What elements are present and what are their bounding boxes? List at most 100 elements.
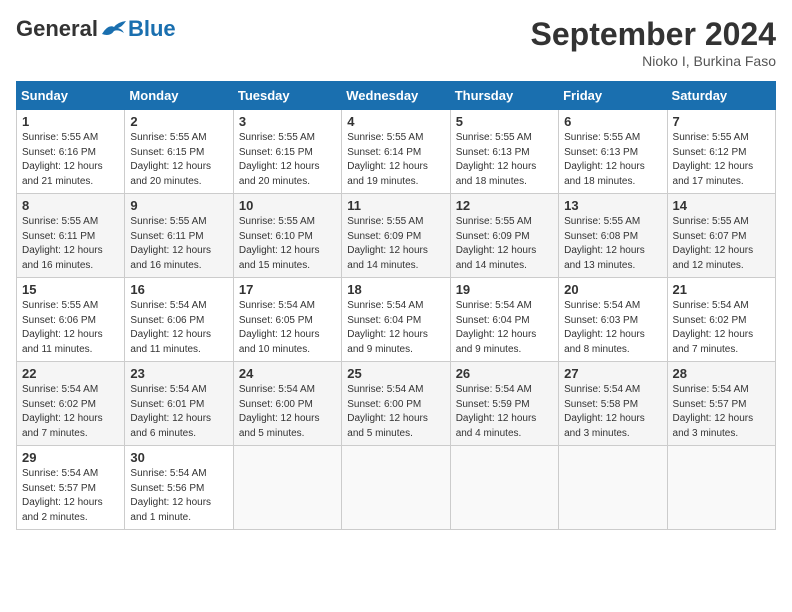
calendar-cell: 22Sunrise: 5:54 AM Sunset: 6:02 PM Dayli… <box>17 362 125 446</box>
col-saturday: Saturday <box>667 82 775 110</box>
day-number: 30 <box>130 450 227 465</box>
day-number: 18 <box>347 282 444 297</box>
day-info: Sunrise: 5:54 AM Sunset: 5:57 PM Dayligh… <box>22 467 119 525</box>
day-info: Sunrise: 5:55 AM Sunset: 6:07 PM Dayligh… <box>673 215 770 273</box>
calendar-cell: 15 Sunrise: 5:55 AM Sunset: 6:06 PM Dayli… <box>17 278 125 362</box>
day-number: 25 <box>347 366 444 381</box>
calendar-cell: 30 Sunrise: 5:54 AM Sunset: 5:56 PM Dayli… <box>125 446 233 530</box>
day-info: Sunrise: 5:55 AM Sunset: 6:12 PM Dayligh… <box>673 131 770 189</box>
day-info: Sunrise: 5:54 AM Sunset: 6:06 PM Dayligh… <box>130 299 227 357</box>
day-number: 1 <box>22 114 119 129</box>
calendar-cell: 9 Sunrise: 5:55 AM Sunset: 6:11 PM Daylig… <box>125 194 233 278</box>
calendar-cell: 29 Sunrise: 5:54 AM Sunset: 5:57 PM Dayli… <box>17 446 125 530</box>
day-info: Sunrise: 5:54 AM Sunset: 6:04 PM Dayligh… <box>347 299 444 357</box>
day-info: Sunrise: 5:55 AM Sunset: 6:15 PM Dayligh… <box>130 131 227 189</box>
day-number: 29 <box>22 450 119 465</box>
day-info: Sunrise: 5:55 AM Sunset: 6:11 PM Dayligh… <box>130 215 227 273</box>
day-number: 24 <box>239 366 336 381</box>
calendar-cell: 14 Sunrise: 5:55 AM Sunset: 6:07 PM Dayli… <box>667 194 775 278</box>
calendar-cell: 25 Sunrise: 5:54 AM Sunset: 6:00 PM Dayli… <box>342 362 450 446</box>
day-info: Sunrise: 5:54 AM Sunset: 6:03 PM Dayligh… <box>564 299 661 357</box>
logo-blue: Blue <box>128 16 176 42</box>
day-number: 20 <box>564 282 661 297</box>
day-number: 27 <box>564 366 661 381</box>
day-info: Sunrise: 5:55 AM Sunset: 6:15 PM Dayligh… <box>239 131 336 189</box>
day-number: 22 <box>22 366 119 381</box>
day-info: Sunrise: 5:55 AM Sunset: 6:16 PM Dayligh… <box>22 131 119 189</box>
day-info: Sunrise: 5:54 AM Sunset: 6:02 PM Dayligh… <box>673 299 770 357</box>
calendar-week-row: 29 Sunrise: 5:54 AM Sunset: 5:57 PM Dayli… <box>17 446 776 530</box>
day-info: Sunrise: 5:55 AM Sunset: 6:08 PM Dayligh… <box>564 215 661 273</box>
calendar-cell <box>342 446 450 530</box>
day-info: Sunrise: 5:55 AM Sunset: 6:09 PM Dayligh… <box>456 215 553 273</box>
logo-general: General <box>16 16 98 42</box>
calendar-cell <box>450 446 558 530</box>
calendar-cell: 19Sunrise: 5:54 AM Sunset: 6:04 PM Dayli… <box>450 278 558 362</box>
day-number: 14 <box>673 198 770 213</box>
col-wednesday: Wednesday <box>342 82 450 110</box>
day-number: 9 <box>130 198 227 213</box>
day-number: 15 <box>22 282 119 297</box>
calendar-cell <box>559 446 667 530</box>
calendar-cell: 24 Sunrise: 5:54 AM Sunset: 6:00 PM Dayli… <box>233 362 341 446</box>
logo-bird-icon <box>100 19 128 39</box>
calendar-cell: 17 Sunrise: 5:54 AM Sunset: 6:05 PM Dayli… <box>233 278 341 362</box>
day-number: 10 <box>239 198 336 213</box>
month-title: September 2024 <box>531 16 776 53</box>
calendar-cell: 26 Sunrise: 5:54 AM Sunset: 5:59 PM Dayli… <box>450 362 558 446</box>
calendar-cell: 16 Sunrise: 5:54 AM Sunset: 6:06 PM Dayli… <box>125 278 233 362</box>
logo-text: General Blue <box>16 16 176 42</box>
day-number: 19 <box>456 282 553 297</box>
calendar-week-row: 22Sunrise: 5:54 AM Sunset: 6:02 PM Dayli… <box>17 362 776 446</box>
day-info: Sunrise: 5:55 AM Sunset: 6:06 PM Dayligh… <box>22 299 119 357</box>
calendar-week-row: 8Sunrise: 5:55 AM Sunset: 6:11 PM Daylig… <box>17 194 776 278</box>
calendar-cell <box>233 446 341 530</box>
day-number: 2 <box>130 114 227 129</box>
calendar-cell: 27 Sunrise: 5:54 AM Sunset: 5:58 PM Dayli… <box>559 362 667 446</box>
day-info: Sunrise: 5:54 AM Sunset: 5:59 PM Dayligh… <box>456 383 553 441</box>
day-info: Sunrise: 5:54 AM Sunset: 6:00 PM Dayligh… <box>347 383 444 441</box>
calendar-cell: 21 Sunrise: 5:54 AM Sunset: 6:02 PM Dayli… <box>667 278 775 362</box>
calendar-cell: 6 Sunrise: 5:55 AM Sunset: 6:13 PM Daylig… <box>559 110 667 194</box>
calendar-cell: 28Sunrise: 5:54 AM Sunset: 5:57 PM Dayli… <box>667 362 775 446</box>
calendar-week-row: 1 Sunrise: 5:55 AM Sunset: 6:16 PM Daylig… <box>17 110 776 194</box>
title-block: September 2024 Nioko I, Burkina Faso <box>531 16 776 69</box>
day-info: Sunrise: 5:54 AM Sunset: 6:00 PM Dayligh… <box>239 383 336 441</box>
day-number: 13 <box>564 198 661 213</box>
calendar-week-row: 15 Sunrise: 5:55 AM Sunset: 6:06 PM Dayli… <box>17 278 776 362</box>
day-info: Sunrise: 5:54 AM Sunset: 5:58 PM Dayligh… <box>564 383 661 441</box>
calendar-cell <box>667 446 775 530</box>
day-number: 5 <box>456 114 553 129</box>
col-tuesday: Tuesday <box>233 82 341 110</box>
day-number: 6 <box>564 114 661 129</box>
day-info: Sunrise: 5:55 AM Sunset: 6:10 PM Dayligh… <box>239 215 336 273</box>
day-number: 21 <box>673 282 770 297</box>
day-info: Sunrise: 5:55 AM Sunset: 6:13 PM Dayligh… <box>564 131 661 189</box>
calendar-cell: 4Sunrise: 5:55 AM Sunset: 6:14 PM Daylig… <box>342 110 450 194</box>
calendar-cell: 10 Sunrise: 5:55 AM Sunset: 6:10 PM Dayli… <box>233 194 341 278</box>
calendar-cell: 3Sunrise: 5:55 AM Sunset: 6:15 PM Daylig… <box>233 110 341 194</box>
calendar-cell: 7Sunrise: 5:55 AM Sunset: 6:12 PM Daylig… <box>667 110 775 194</box>
day-number: 17 <box>239 282 336 297</box>
day-number: 11 <box>347 198 444 213</box>
calendar-cell: 23 Sunrise: 5:54 AM Sunset: 6:01 PM Dayli… <box>125 362 233 446</box>
day-number: 26 <box>456 366 553 381</box>
day-info: Sunrise: 5:54 AM Sunset: 6:05 PM Dayligh… <box>239 299 336 357</box>
col-sunday: Sunday <box>17 82 125 110</box>
day-info: Sunrise: 5:54 AM Sunset: 6:01 PM Dayligh… <box>130 383 227 441</box>
calendar-cell: 13 Sunrise: 5:55 AM Sunset: 6:08 PM Dayli… <box>559 194 667 278</box>
day-info: Sunrise: 5:54 AM Sunset: 5:56 PM Dayligh… <box>130 467 227 525</box>
calendar-cell: 20 Sunrise: 5:54 AM Sunset: 6:03 PM Dayli… <box>559 278 667 362</box>
day-number: 4 <box>347 114 444 129</box>
day-number: 23 <box>130 366 227 381</box>
day-number: 28 <box>673 366 770 381</box>
col-thursday: Thursday <box>450 82 558 110</box>
day-number: 16 <box>130 282 227 297</box>
calendar-table: Sunday Monday Tuesday Wednesday Thursday… <box>16 81 776 530</box>
calendar-cell: 2 Sunrise: 5:55 AM Sunset: 6:15 PM Daylig… <box>125 110 233 194</box>
page-header: General Blue September 2024 Nioko I, Bur… <box>16 16 776 69</box>
day-info: Sunrise: 5:55 AM Sunset: 6:11 PM Dayligh… <box>22 215 119 273</box>
calendar-cell: 18 Sunrise: 5:54 AM Sunset: 6:04 PM Dayli… <box>342 278 450 362</box>
day-info: Sunrise: 5:55 AM Sunset: 6:09 PM Dayligh… <box>347 215 444 273</box>
calendar-header-row: Sunday Monday Tuesday Wednesday Thursday… <box>17 82 776 110</box>
